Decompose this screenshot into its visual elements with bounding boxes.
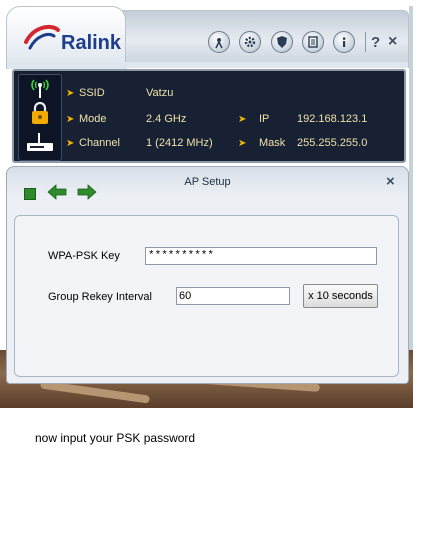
back-arrow-icon[interactable] xyxy=(47,184,67,200)
connection-status-panel: ➤ SSID Vatzu ➤ Mode 2.4 GHz ➤ Channel 1 … xyxy=(12,69,406,163)
information-list-button[interactable] xyxy=(302,31,324,53)
ip-value: 192.168.123.1 xyxy=(297,113,368,125)
ralink-logo-icon xyxy=(22,20,62,59)
lock-icon xyxy=(32,101,48,124)
antenna-icon xyxy=(215,38,223,49)
ap-setup-form: WPA-PSK Key ********** Group Rekey Inter… xyxy=(14,215,399,377)
mask-value: 255.255.255.0 xyxy=(297,137,368,149)
ssid-row: ➤ SSID Vatzu xyxy=(66,87,173,99)
dialog-close-button[interactable]: × xyxy=(386,173,395,190)
channel-row: ➤ Channel 1 (2412 MHz) xyxy=(66,137,213,149)
group-rekey-interval-label: Group Rekey Interval xyxy=(48,291,152,303)
document-icon xyxy=(308,36,318,48)
bullet-arrow-icon: ➤ xyxy=(238,114,247,125)
ssid-label: SSID xyxy=(79,87,105,99)
security-button[interactable] xyxy=(271,31,293,53)
ralink-utility-window: Ralink ? × ➤ SSID Vatzu ➤ Mode 2.4 GHz ➤… xyxy=(6,6,409,163)
ip-row: ➤ IP 192.168.123.1 xyxy=(238,113,367,125)
group-rekey-interval-input[interactable]: 60 xyxy=(176,287,290,305)
stop-icon[interactable] xyxy=(24,188,36,200)
bullet-arrow-icon: ➤ xyxy=(238,138,247,149)
channel-value: 1 (2412 MHz) xyxy=(146,137,213,149)
status-icon-column xyxy=(18,74,62,161)
close-button[interactable]: × xyxy=(388,33,397,51)
forward-arrow-icon[interactable] xyxy=(77,184,97,200)
mode-value: 2.4 GHz xyxy=(146,113,187,125)
profile-button[interactable] xyxy=(208,31,230,53)
wpa-psk-key-input[interactable]: ********** xyxy=(145,247,377,265)
rekey-unit-button[interactable]: x 10 seconds xyxy=(303,284,378,308)
info-icon xyxy=(342,37,346,47)
logo-text: Ralink xyxy=(61,32,122,54)
wpa-psk-key-label: WPA-PSK Key xyxy=(48,250,120,262)
help-button[interactable]: ? xyxy=(371,34,380,51)
signal-antenna-icon xyxy=(31,79,49,98)
bullet-arrow-icon: ➤ xyxy=(66,88,75,99)
gear-icon xyxy=(244,36,256,48)
mask-row: ➤ Mask 255.255.255.0 xyxy=(238,137,367,149)
settings-button[interactable] xyxy=(239,31,261,53)
dialog-title: AP Setup xyxy=(184,176,231,188)
mode-label: Mode xyxy=(79,113,107,125)
mask-label: Mask xyxy=(259,137,286,149)
bullet-arrow-icon: ➤ xyxy=(66,114,75,125)
router-icon xyxy=(27,133,53,151)
ssid-value: Vatzu xyxy=(146,87,174,99)
titlebar-base xyxy=(6,62,409,68)
shield-icon xyxy=(277,36,287,48)
ip-label: IP xyxy=(259,113,270,125)
mode-row: ➤ Mode 2.4 GHz xyxy=(66,113,186,125)
channel-label: Channel xyxy=(79,137,120,149)
ap-setup-dialog: AP Setup × WPA-PSK Key ********** Group … xyxy=(6,166,409,384)
background-edge xyxy=(409,6,413,350)
bullet-arrow-icon: ➤ xyxy=(66,138,75,149)
about-button[interactable] xyxy=(333,31,355,53)
instruction-caption: now input your PSK password xyxy=(35,431,196,445)
toolbar-separator xyxy=(365,32,366,52)
